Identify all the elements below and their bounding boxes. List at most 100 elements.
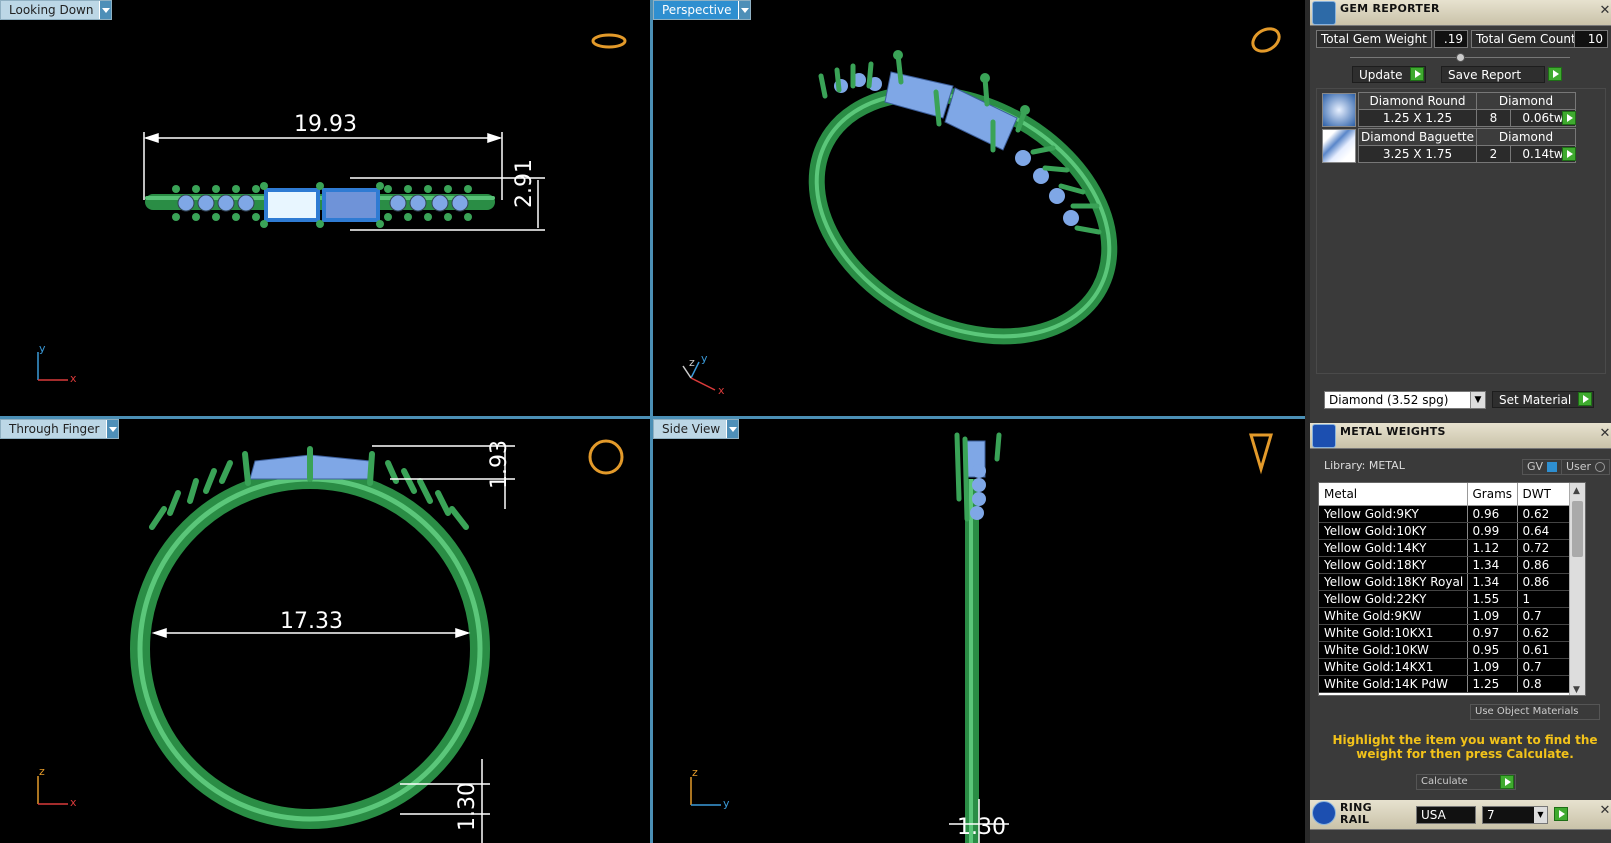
cell-metal: White Gold:10KW — [1319, 641, 1468, 659]
axis-y-label: y — [39, 342, 46, 355]
cell-metal: Yellow Gold:18KY — [1319, 556, 1468, 574]
cell-metal: White Gold:14K PdW — [1319, 675, 1468, 693]
gem-size: 1.25 X 1.25 — [1358, 109, 1477, 127]
scrollbar-thumb[interactable] — [1572, 501, 1583, 557]
axis-z-label: z — [689, 356, 695, 369]
gem-count: 8 — [1476, 109, 1511, 127]
cell-metal: White Gold:9KW — [1319, 607, 1468, 625]
viewport-looking-down[interactable]: Looking Down 19.93 2.91 y x — [0, 0, 650, 416]
cell-grams: 0.97 — [1467, 624, 1518, 642]
cell-grams: 1.34 — [1467, 573, 1518, 591]
perspective-render — [682, 27, 1281, 391]
viewport-menu-looking-down[interactable]: Looking Down — [0, 0, 113, 20]
side-view-render — [690, 432, 1274, 843]
column-header-metal[interactable]: Metal — [1319, 483, 1468, 506]
save-report-button[interactable]: Save Report — [1441, 66, 1545, 83]
save-report-button-label: Save Report — [1448, 67, 1522, 82]
viewport-side-view[interactable]: Side View 1.30 z y — [653, 419, 1305, 843]
chevron-down-icon[interactable] — [737, 1, 750, 19]
axis-z-label: z — [692, 766, 698, 779]
column-header-grams[interactable]: Grams — [1467, 483, 1518, 506]
material-select[interactable]: Diamond (3.52 spg) — [1324, 391, 1486, 409]
cell-grams: 1.55 — [1467, 590, 1518, 608]
cell-grams: 1.09 — [1467, 658, 1518, 676]
table-row[interactable]: Yellow Gold:14KY 1.12 0.72 — [1319, 539, 1585, 557]
play-icon[interactable] — [1500, 775, 1514, 789]
diamond-baguette-icon — [1322, 129, 1356, 163]
chevron-down-icon[interactable] — [726, 420, 739, 438]
play-icon[interactable] — [1578, 392, 1592, 406]
right-panel: GEM REPORTER ✕ Total Gem Weight .19 Tota… — [1305, 0, 1611, 843]
gem-reporter-header: GEM REPORTER ✕ — [1310, 0, 1611, 26]
viewport-menu-side-view[interactable]: Side View — [653, 419, 740, 439]
table-row[interactable]: White Gold:10KX1 0.97 0.62 — [1319, 624, 1585, 642]
play-icon[interactable] — [1562, 111, 1576, 125]
viewport-divider-vertical[interactable] — [650, 0, 653, 843]
metal-weights-table[interactable]: Metal Grams DWT Yellow Gold:9KY 0.96 0.62 Y… — [1318, 482, 1586, 696]
close-icon[interactable]: ✕ — [1598, 427, 1611, 441]
splitter-handle[interactable] — [1456, 53, 1465, 62]
dimension-bottom: 1.30 — [455, 782, 480, 831]
close-icon[interactable]: ✕ — [1598, 4, 1611, 18]
table-row[interactable]: White Gold:14KX1 1.09 0.7 — [1319, 658, 1585, 676]
gem-row[interactable]: Diamond Baguette Diamond 3.25 X 1.75 2 0.14… — [1358, 128, 1576, 163]
play-icon[interactable] — [1562, 147, 1576, 161]
dimension-width: 19.93 — [294, 112, 357, 137]
viewport-through-finger[interactable]: Through Finger 1.93 17.33 1.30 z x — [0, 419, 650, 843]
dimension-inner-diameter: 17.33 — [280, 609, 343, 634]
gem-reporter-icon — [1312, 1, 1336, 25]
user-toggle-label: User — [1566, 460, 1592, 473]
gem-row[interactable]: Diamond Round Diamond 1.25 X 1.25 8 0.06tw — [1358, 92, 1576, 127]
close-icon[interactable]: ✕ — [1598, 804, 1611, 818]
update-button-label: Update — [1359, 67, 1403, 82]
metal-weights-icon — [1312, 424, 1336, 448]
user-toggle[interactable]: User — [1561, 459, 1610, 475]
use-object-materials-toggle[interactable]: Use Object Materials — [1470, 704, 1600, 720]
table-row[interactable]: White Gold:10KW 0.95 0.61 — [1319, 641, 1585, 659]
axis-x-label: x — [70, 796, 77, 809]
gem-material: Diamond — [1476, 92, 1576, 110]
cell-grams: 0.95 — [1467, 641, 1518, 659]
gem-name: Diamond Round — [1358, 92, 1477, 110]
axis-x-label: x — [718, 384, 725, 397]
cell-metal: Yellow Gold:9KY — [1319, 505, 1468, 523]
axis-y-label: y — [701, 352, 708, 365]
chevron-down-icon[interactable] — [105, 420, 118, 438]
gem-name: Diamond Baguette — [1358, 128, 1477, 146]
ring-rail-region[interactable]: USA — [1416, 806, 1476, 824]
play-icon[interactable] — [1410, 67, 1424, 81]
calculate-hint: Highlight the item you want to find the … — [1332, 733, 1598, 761]
chevron-up-icon[interactable]: ▲ — [1573, 486, 1580, 496]
table-row[interactable]: Yellow Gold:9KY 0.96 0.62 — [1319, 505, 1585, 523]
table-row[interactable]: Yellow Gold:22KY 1.55 1 — [1319, 590, 1585, 608]
viewport-perspective[interactable]: Perspective z y x — [653, 0, 1305, 416]
viewport-label: Perspective — [662, 3, 732, 17]
chevron-down-icon[interactable]: ▼ — [1573, 685, 1580, 695]
material-select-value: Diamond (3.52 spg) — [1329, 393, 1449, 407]
viewport-menu-perspective[interactable]: Perspective — [653, 0, 751, 20]
viewport-divider-horizontal[interactable] — [0, 416, 1305, 419]
cell-metal: White Gold:14KX1 — [1319, 658, 1468, 676]
viewport-menu-through-finger[interactable]: Through Finger — [0, 419, 119, 439]
scrollbar[interactable]: ▲ ▼ — [1569, 483, 1585, 695]
table-row[interactable]: Yellow Gold:18KY Royal 1.34 0.86 — [1319, 573, 1585, 591]
chevron-down-icon[interactable]: ▼ — [1534, 807, 1547, 823]
viewport-label: Side View — [662, 422, 721, 436]
gv-toggle[interactable]: GV — [1522, 459, 1562, 475]
looking-down-render — [37, 33, 627, 381]
table-row[interactable]: White Gold:9KW 1.09 0.7 — [1319, 607, 1585, 625]
gem-material: Diamond — [1476, 128, 1576, 146]
play-icon[interactable] — [1548, 67, 1562, 81]
play-icon[interactable] — [1554, 807, 1568, 821]
table-row[interactable]: Yellow Gold:18KY 1.34 0.86 — [1319, 556, 1585, 574]
ring-rail-header: RING RAIL USA 7 ▼ ✕ — [1310, 800, 1611, 830]
table-row[interactable]: White Gold:14K PdW 1.25 0.8 — [1319, 675, 1585, 693]
table-row[interactable]: Yellow Gold:10KY 0.99 0.64 — [1319, 522, 1585, 540]
cell-metal: White Gold:10KX1 — [1319, 624, 1468, 642]
cell-grams: 1.34 — [1467, 556, 1518, 574]
chevron-down-icon[interactable] — [99, 1, 112, 19]
viewport-label: Through Finger — [9, 422, 100, 436]
gv-toggle-label: GV — [1527, 460, 1544, 473]
cell-metal: Yellow Gold:10KY — [1319, 522, 1468, 540]
chevron-down-icon[interactable]: ▼ — [1470, 392, 1485, 408]
